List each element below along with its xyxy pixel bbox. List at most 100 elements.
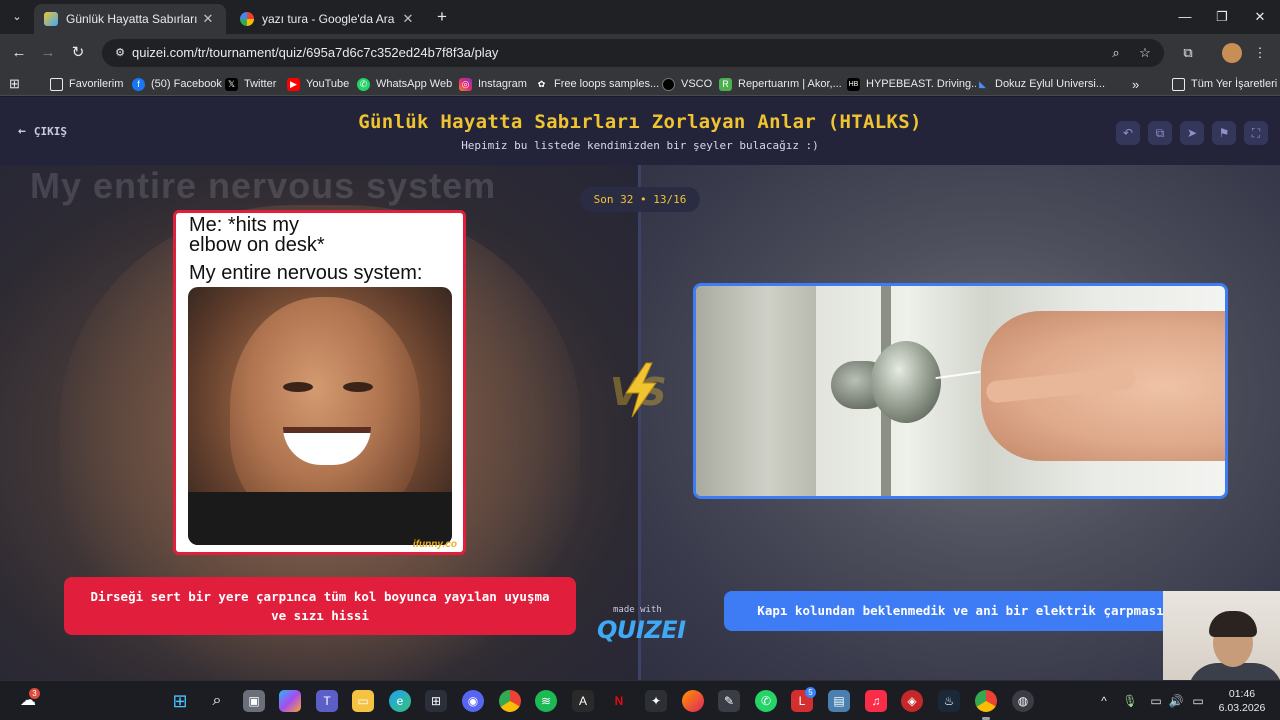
close-tab-icon[interactable]: ✕ bbox=[400, 11, 416, 27]
fullscreen-icon[interactable]: ⛶ bbox=[1244, 121, 1268, 145]
undo-icon[interactable]: ↶ bbox=[1116, 121, 1140, 145]
instagram-icon: ◎ bbox=[459, 77, 472, 91]
red-app-icon[interactable]: ◈ bbox=[901, 690, 923, 712]
bookmark-star-icon[interactable]: ☆ bbox=[1137, 45, 1153, 61]
right-option-image-card[interactable] bbox=[693, 283, 1228, 499]
folder-icon bbox=[1172, 77, 1185, 91]
bookmark-all-bookmarks[interactable]: Tüm Yer İşaretleri bbox=[1172, 75, 1277, 93]
bookmark-dokuz-eylul[interactable]: ◣ Dokuz Eylul Universi... bbox=[976, 75, 1105, 93]
quiz-header: ← ÇIKIŞ Günlük Hayatta Sabırları Zorlaya… bbox=[0, 97, 1280, 165]
duel-stage: My entire nervous system Son 32 • 13/16 … bbox=[0, 165, 1280, 680]
network-icon[interactable]: ▭ bbox=[1148, 693, 1164, 709]
screen-app-icon[interactable]: ▤ bbox=[828, 690, 850, 712]
spotify-icon[interactable]: ≋ bbox=[535, 690, 557, 712]
bookmark-vsco[interactable]: VSCO bbox=[662, 75, 712, 93]
tab-title: Günlük Hayatta Sabırları Zorlayan bbox=[66, 12, 200, 26]
menu-kebab-icon[interactable]: ⋮ bbox=[1250, 43, 1270, 63]
apps-grid-icon[interactable]: ⊞ bbox=[9, 75, 20, 93]
left-option-image-card[interactable]: Me: *hits my elbow on desk* My entire ne… bbox=[173, 210, 466, 555]
bookmark-label: Tüm Yer İşaretleri bbox=[1191, 78, 1278, 90]
browser-tab-strip: ⌄ Günlük Hayatta Sabırları Zorlayan ✕ ya… bbox=[0, 0, 1280, 34]
notepad-icon[interactable]: ✎ bbox=[718, 690, 740, 712]
autodesk-icon[interactable]: A bbox=[572, 690, 594, 712]
tab-quizei[interactable]: Günlük Hayatta Sabırları Zorlayan ✕ bbox=[34, 4, 226, 34]
hypebeast-icon: HB bbox=[847, 77, 860, 91]
facebook-icon: f bbox=[132, 77, 145, 91]
close-tab-icon[interactable]: ✕ bbox=[200, 11, 216, 27]
vsco-icon bbox=[662, 77, 675, 91]
whatsapp-app-icon[interactable]: ✆ bbox=[755, 690, 777, 712]
url-text[interactable]: quizei.com/tr/tournament/quiz/695a7d6c7c… bbox=[132, 45, 498, 60]
quiz-subtitle: Hepimiz bu listede kendimizden bir şeyle… bbox=[461, 139, 819, 152]
meme-text-line: elbow on desk* bbox=[189, 234, 325, 256]
vs-lightning-icon: VS bbox=[610, 362, 667, 418]
ifunny-watermark: ifunny.co bbox=[412, 539, 457, 550]
tray-chevron-up-icon[interactable]: ^ bbox=[1096, 693, 1112, 709]
obs-icon[interactable]: ◍ bbox=[1012, 690, 1034, 712]
back-icon[interactable]: ← bbox=[8, 42, 30, 64]
right-option-label-button[interactable]: Kapı kolundan beklenmedik ve ani bir ele… bbox=[724, 591, 1197, 631]
bookmark-favorilerim[interactable]: Favorilerim bbox=[50, 75, 123, 93]
bookmarks-bar: ⊞ Favorilerim f (50) Facebook 𝕏 Twitter … bbox=[0, 72, 1280, 96]
microphone-icon[interactable]: 🎙 bbox=[1122, 693, 1138, 709]
tab-google-search[interactable]: yazı tura - Google'da Ara ✕ bbox=[230, 4, 426, 34]
bookmark-youtube[interactable]: ▶ YouTube bbox=[287, 75, 349, 93]
deu-icon: ◣ bbox=[976, 77, 989, 91]
door-knob bbox=[871, 341, 941, 423]
bookmark-repertuarim[interactable]: R Repertuarım | Akor,... bbox=[719, 75, 842, 93]
round-badge: Son 32 • 13/16 bbox=[580, 187, 700, 212]
teams-icon[interactable]: T bbox=[316, 690, 338, 712]
copilot-icon[interactable] bbox=[279, 690, 301, 712]
apple-music-icon[interactable]: ♫ bbox=[865, 690, 887, 712]
bookmark-facebook[interactable]: f (50) Facebook bbox=[132, 75, 222, 93]
bookmark-instagram[interactable]: ◎ Instagram bbox=[459, 75, 527, 93]
report-flag-icon[interactable]: ⚑ bbox=[1212, 121, 1236, 145]
bookmark-label: (50) Facebook bbox=[151, 78, 222, 90]
bookmark-label: HYPEBEAST. Driving... bbox=[866, 78, 981, 90]
windows-start-icon[interactable]: ⊞ bbox=[169, 690, 191, 712]
game-app-icon[interactable]: ✦ bbox=[645, 690, 667, 712]
tab-search-button[interactable]: ⌄ bbox=[6, 6, 28, 28]
meme-text-line: Me: *hits my bbox=[189, 214, 300, 236]
chrome-active-icon[interactable] bbox=[975, 690, 997, 712]
restore-icon[interactable]: ❐ bbox=[1207, 6, 1237, 28]
battery-icon[interactable]: ▭ bbox=[1190, 693, 1206, 709]
address-bar[interactable]: ⚙ quizei.com/tr/tournament/quiz/695a7d6c… bbox=[102, 39, 1164, 67]
task-view-icon[interactable]: ▣ bbox=[243, 690, 265, 712]
quizei-logo[interactable]: QUIZEI bbox=[597, 616, 686, 644]
reload-icon[interactable]: ↻ bbox=[67, 42, 89, 64]
bookmark-label: Twitter bbox=[244, 78, 277, 90]
steam-icon[interactable]: ♨ bbox=[938, 690, 960, 712]
bookmark-whatsapp[interactable]: ✆ WhatsApp Web bbox=[357, 75, 452, 93]
made-with-text: made with bbox=[613, 605, 662, 615]
zoom-search-icon[interactable]: ⌕ bbox=[1108, 45, 1124, 61]
left-option-label: Dirseği sert bir yere çarpınca tüm kol b… bbox=[90, 589, 550, 623]
copy-link-icon[interactable]: ⧉ bbox=[1148, 121, 1172, 145]
left-option-label-button[interactable]: Dirseği sert bir yere çarpınca tüm kol b… bbox=[64, 577, 576, 635]
forward-icon[interactable]: → bbox=[37, 42, 59, 64]
bookmarks-overflow-button[interactable]: » bbox=[1132, 75, 1139, 93]
profile-avatar[interactable] bbox=[1222, 43, 1242, 63]
search-icon[interactable]: ⌕ bbox=[206, 690, 228, 712]
loop-icon: ✿ bbox=[535, 77, 548, 91]
chrome-icon[interactable] bbox=[499, 690, 521, 712]
bookmark-free-loops[interactable]: ✿ Free loops samples... bbox=[535, 75, 659, 93]
bookmark-twitter[interactable]: 𝕏 Twitter bbox=[225, 75, 276, 93]
system-clock[interactable]: 01:46 6.03.2026 bbox=[1214, 687, 1270, 715]
extensions-icon[interactable]: ⧉ bbox=[1178, 43, 1198, 63]
store-icon[interactable]: ⊞ bbox=[425, 690, 447, 712]
new-tab-button[interactable]: + bbox=[432, 7, 452, 27]
webcam-overlay bbox=[1163, 591, 1280, 680]
firefox-icon[interactable] bbox=[682, 690, 704, 712]
bookmark-hypebeast[interactable]: HB HYPEBEAST. Driving... bbox=[847, 75, 980, 93]
repertuar-icon: R bbox=[719, 77, 732, 91]
volume-icon[interactable]: 🔊 bbox=[1168, 693, 1184, 709]
discord-icon[interactable]: ◉ bbox=[462, 690, 484, 712]
site-info-icon[interactable]: ⚙ bbox=[112, 45, 128, 61]
netflix-icon[interactable]: N bbox=[608, 690, 630, 712]
edge-icon[interactable]: e bbox=[389, 690, 411, 712]
file-explorer-icon[interactable]: ▭ bbox=[352, 690, 374, 712]
close-window-icon[interactable]: ✕ bbox=[1245, 6, 1275, 28]
share-send-icon[interactable]: ➤ bbox=[1180, 121, 1204, 145]
minimize-icon[interactable]: — bbox=[1170, 6, 1200, 28]
